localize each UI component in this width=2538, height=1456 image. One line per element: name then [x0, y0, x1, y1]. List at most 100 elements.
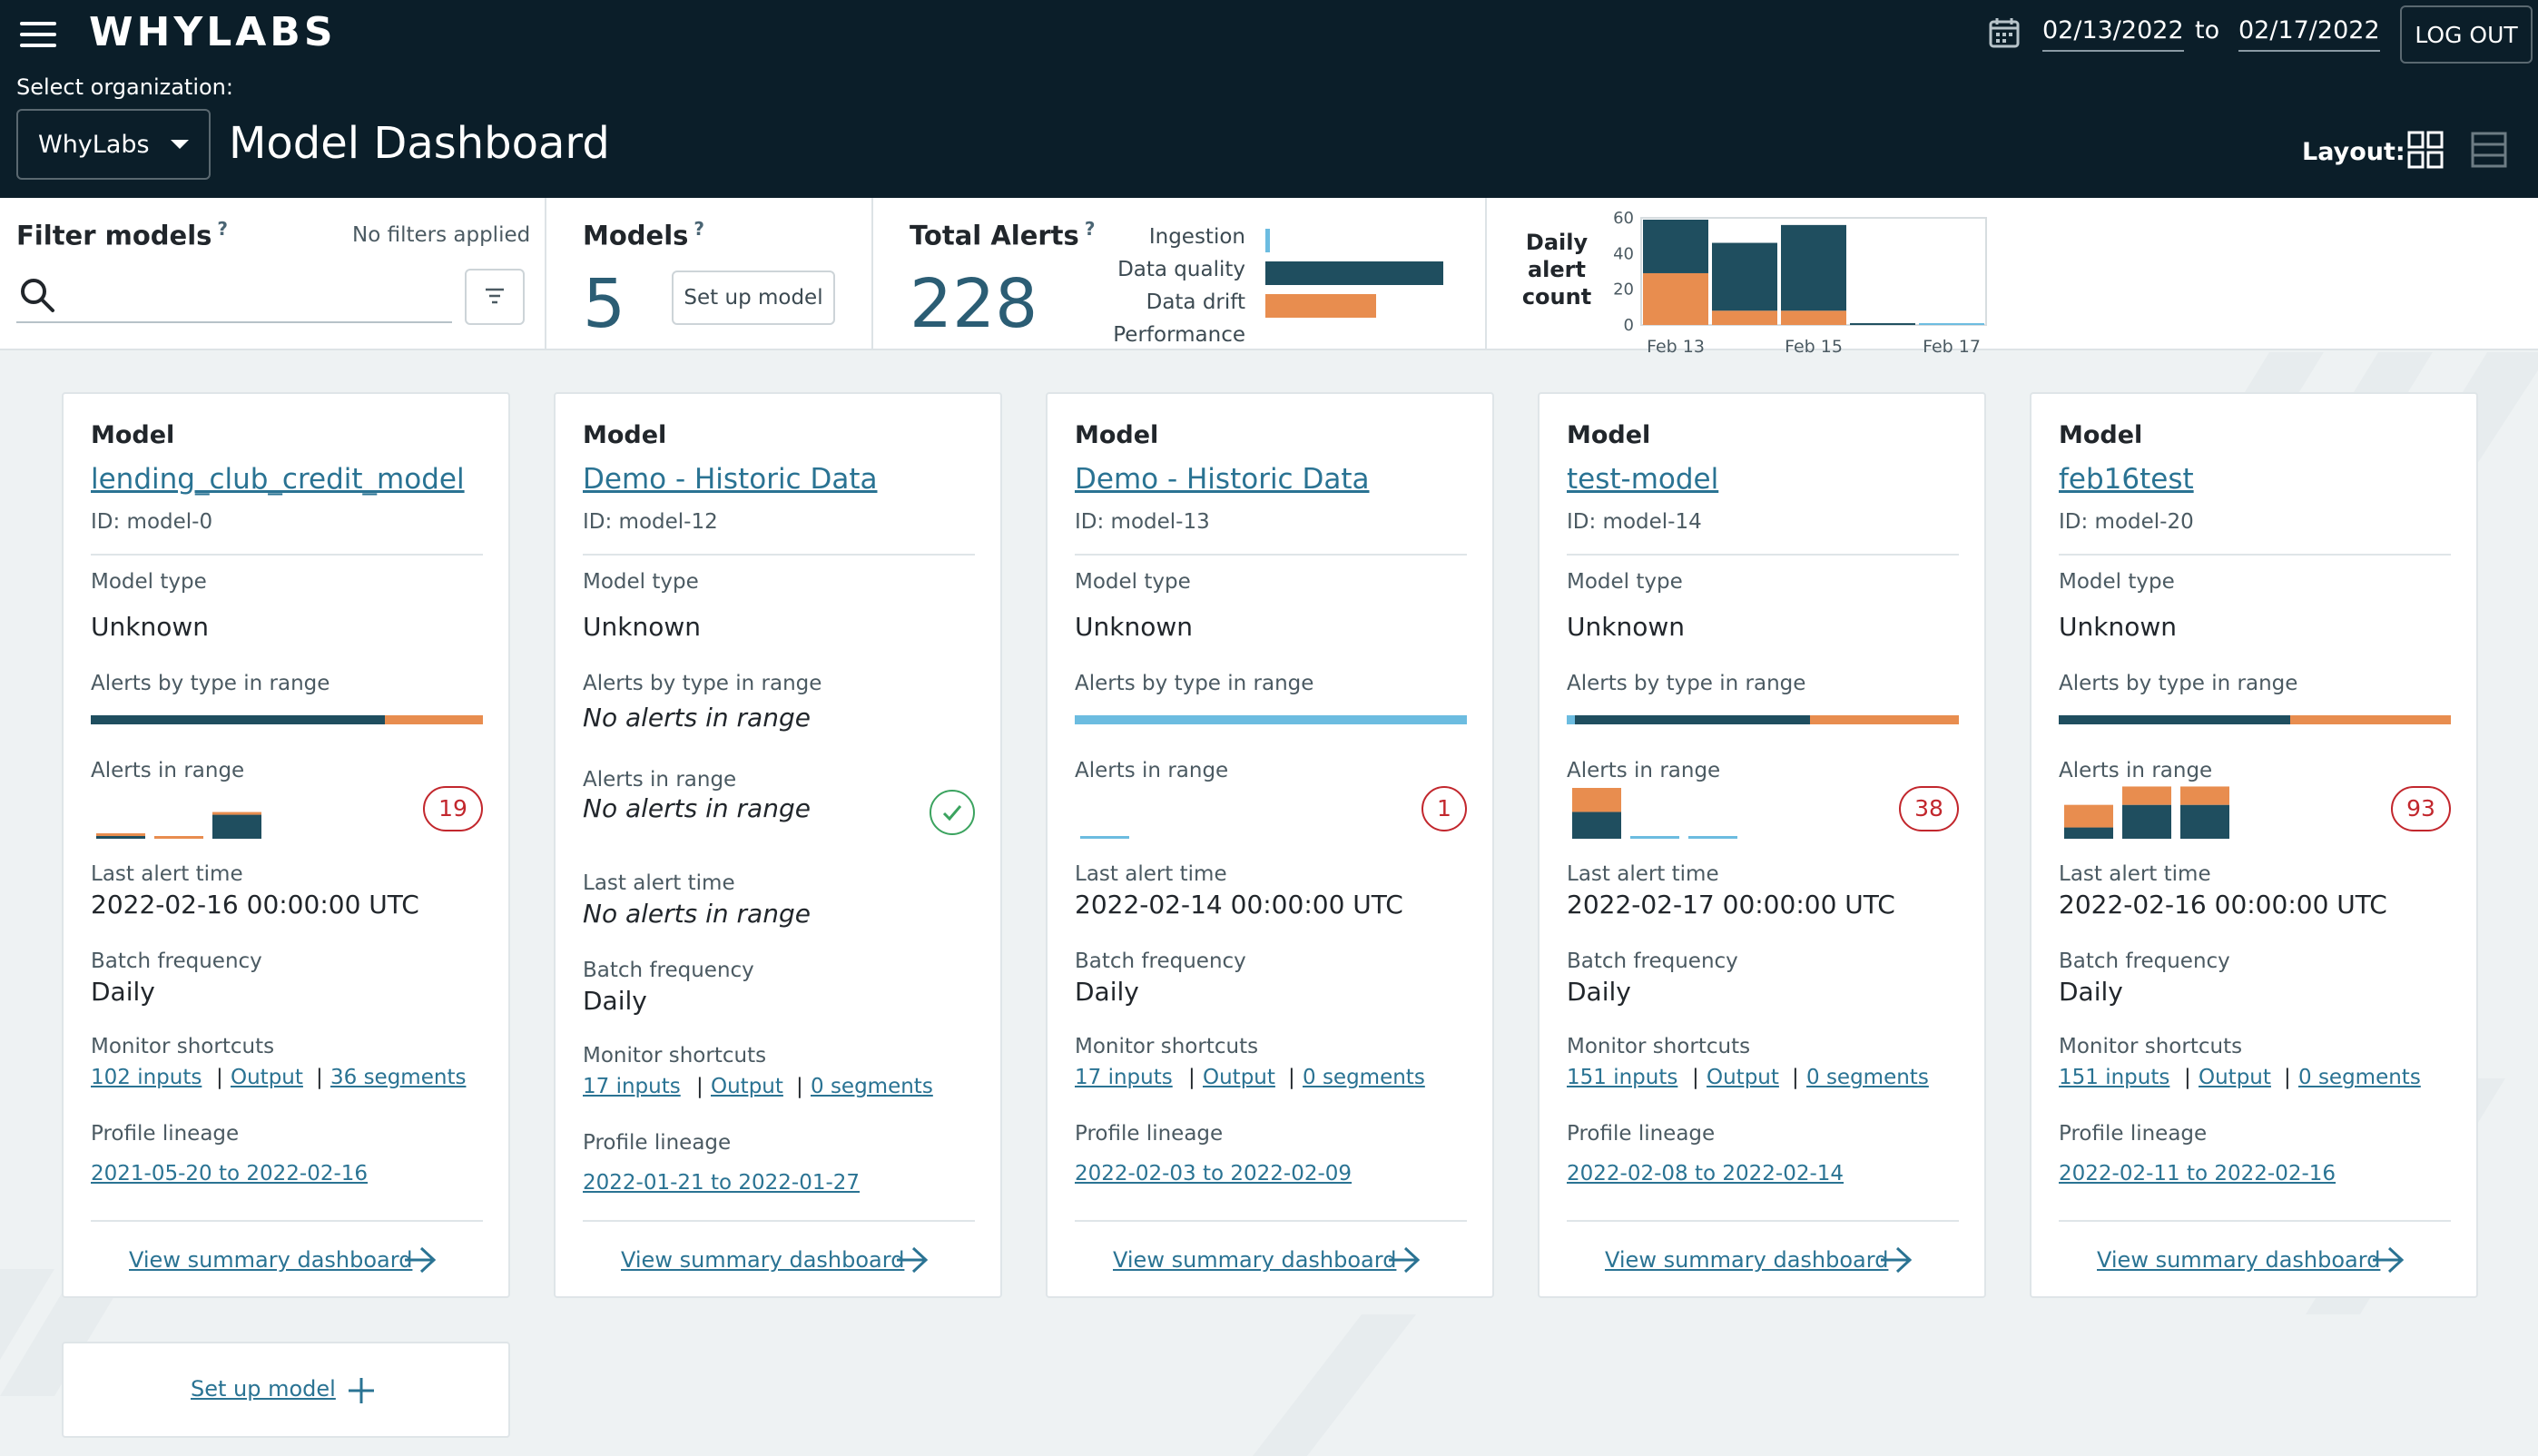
help-icon[interactable]: ? — [694, 218, 704, 240]
mini-bar — [96, 833, 145, 836]
page-title: Model Dashboard — [229, 118, 610, 169]
mini-bar — [96, 836, 145, 839]
total-alerts-count: 228 — [910, 265, 1038, 343]
alerts-in-range-label: Alerts in range — [1567, 759, 1721, 782]
model-card-body: Model lending_club_credit_model ID: model-… — [91, 394, 483, 1298]
monitor-shortcuts-label: Monitor shortcuts — [1075, 1035, 1259, 1058]
setup-model-link[interactable]: Set up model — [191, 1376, 336, 1402]
logout-button[interactable]: LOG OUT — [2400, 5, 2533, 64]
profile-lineage-link[interactable]: 2022-02-03 to 2022-02-09 — [1075, 1162, 1352, 1185]
output-link[interactable]: Output — [1203, 1066, 1275, 1089]
list-layout-icon[interactable] — [2471, 131, 2507, 169]
alerts-mini-chart — [1572, 788, 1737, 839]
daily-chart-label: Daily alert count — [1521, 230, 1592, 310]
inputs-link[interactable]: 17 inputs — [1075, 1066, 1173, 1089]
model-name-link[interactable]: test-model — [1567, 463, 1959, 496]
profile-lineage-link[interactable]: 2021-05-20 to 2022-02-16 — [91, 1162, 368, 1185]
segments-link[interactable]: 0 segments — [2298, 1066, 2421, 1089]
alert-type-bar — [1265, 261, 1443, 285]
alert-type-label: Ingestion — [1148, 225, 1245, 249]
no-alerts-text: No alerts in range — [583, 793, 811, 823]
profile-lineage-link[interactable]: 2022-02-08 to 2022-02-14 — [1567, 1162, 1844, 1185]
alerts-mini-chart — [1080, 836, 1129, 839]
arrow-right-icon[interactable] — [895, 1245, 930, 1274]
batch-frequency-value: Daily — [1075, 977, 1139, 1007]
output-link[interactable]: Output — [231, 1066, 303, 1089]
menu-icon[interactable] — [20, 22, 56, 47]
summary-strip: Filter models? No filters applied Models… — [0, 198, 2538, 356]
model-name-link[interactable]: lending_club_credit_model — [91, 463, 483, 496]
profile-lineage-label: Profile lineage — [1567, 1122, 1716, 1146]
model-type-label: Model type — [2059, 570, 2175, 594]
inputs-link[interactable]: 102 inputs — [91, 1066, 202, 1089]
separator: | — [2284, 1066, 2291, 1089]
output-link[interactable]: Output — [1707, 1066, 1779, 1089]
model-type-value: Unknown — [1567, 612, 1685, 642]
filter-button[interactable] — [465, 269, 525, 325]
alerts-by-type-label: Alerts by type in range — [583, 672, 822, 695]
model-type-value: Unknown — [91, 612, 209, 642]
separator: | — [1288, 1066, 1295, 1089]
model-name-link[interactable]: Demo - Historic Data — [1075, 463, 1467, 496]
help-icon[interactable]: ? — [217, 218, 228, 240]
arrow-right-icon[interactable] — [1879, 1245, 1913, 1274]
output-link[interactable]: Output — [711, 1075, 783, 1098]
view-summary-link[interactable]: View summary dashboard — [1113, 1247, 1396, 1273]
model-name-link[interactable]: Demo - Historic Data — [583, 463, 975, 496]
view-summary-link[interactable]: View summary dashboard — [1605, 1247, 1888, 1273]
setup-model-button[interactable]: Set up model — [672, 271, 835, 325]
mini-bar — [2122, 786, 2171, 805]
layout-label: Layout: — [2302, 138, 2405, 166]
mini-bar — [1630, 836, 1679, 839]
arrow-right-icon[interactable] — [2371, 1245, 2405, 1274]
mini-bar — [212, 812, 261, 815]
segments-link[interactable]: 0 segments — [811, 1075, 933, 1098]
model-id: ID: model-12 — [583, 510, 718, 534]
org-select[interactable]: WhyLabs — [16, 109, 211, 180]
calendar-icon[interactable] — [1988, 16, 2021, 49]
alert-type-segment — [2289, 715, 2451, 724]
separator: | — [316, 1066, 323, 1089]
model-name-link[interactable]: feb16test — [2059, 463, 2451, 496]
segments-link[interactable]: 0 segments — [1806, 1066, 1929, 1089]
alert-count-badge: 93 — [2391, 786, 2451, 831]
output-link[interactable]: Output — [2199, 1066, 2271, 1089]
arrow-right-icon[interactable] — [403, 1245, 438, 1274]
profile-lineage-label: Profile lineage — [583, 1131, 732, 1155]
search-input[interactable] — [16, 269, 452, 323]
profile-lineage-link[interactable]: 2022-02-11 to 2022-02-16 — [2059, 1162, 2336, 1185]
separator: | — [1188, 1066, 1195, 1089]
inputs-link[interactable]: 151 inputs — [2059, 1066, 2169, 1089]
separator: | — [216, 1066, 223, 1089]
plus-icon[interactable] — [347, 1376, 376, 1405]
daily-bar — [1712, 310, 1777, 325]
models-count: 5 — [583, 265, 626, 343]
setup-model-card[interactable]: Set up model — [62, 1342, 510, 1438]
mini-bar — [2064, 804, 2113, 828]
model-label: Model — [1075, 421, 1159, 449]
mini-bar — [154, 836, 203, 839]
top-bar: WHYLABS Select organization: WhyLabs Mod… — [0, 0, 2538, 198]
inputs-link[interactable]: 17 inputs — [583, 1075, 681, 1098]
filter-icon — [486, 288, 504, 303]
date-to[interactable]: 02/17/2022 — [2238, 16, 2380, 52]
alert-count-badge: 38 — [1899, 786, 1959, 831]
alert-type-label: Performance — [1113, 323, 1245, 347]
profile-lineage-label: Profile lineage — [91, 1122, 240, 1146]
view-summary-link[interactable]: View summary dashboard — [2097, 1247, 2380, 1273]
model-label: Model — [2059, 421, 2143, 449]
inputs-link[interactable]: 151 inputs — [1567, 1066, 1677, 1089]
view-summary-link[interactable]: View summary dashboard — [129, 1247, 412, 1273]
grid-layout-icon[interactable] — [2407, 131, 2444, 169]
divider — [91, 554, 483, 556]
profile-lineage-link[interactable]: 2022-01-21 to 2022-01-27 — [583, 1171, 860, 1195]
divider — [1075, 1220, 1467, 1222]
profile-lineage-label: Profile lineage — [2059, 1122, 2208, 1146]
batch-frequency-value: Daily — [91, 977, 155, 1007]
date-from[interactable]: 02/13/2022 — [2042, 16, 2184, 52]
segments-link[interactable]: 0 segments — [1303, 1066, 1425, 1089]
segments-link[interactable]: 36 segments — [330, 1066, 466, 1089]
alerts-mini-chart — [96, 812, 261, 839]
arrow-right-icon[interactable] — [1387, 1245, 1421, 1274]
view-summary-link[interactable]: View summary dashboard — [621, 1247, 904, 1273]
